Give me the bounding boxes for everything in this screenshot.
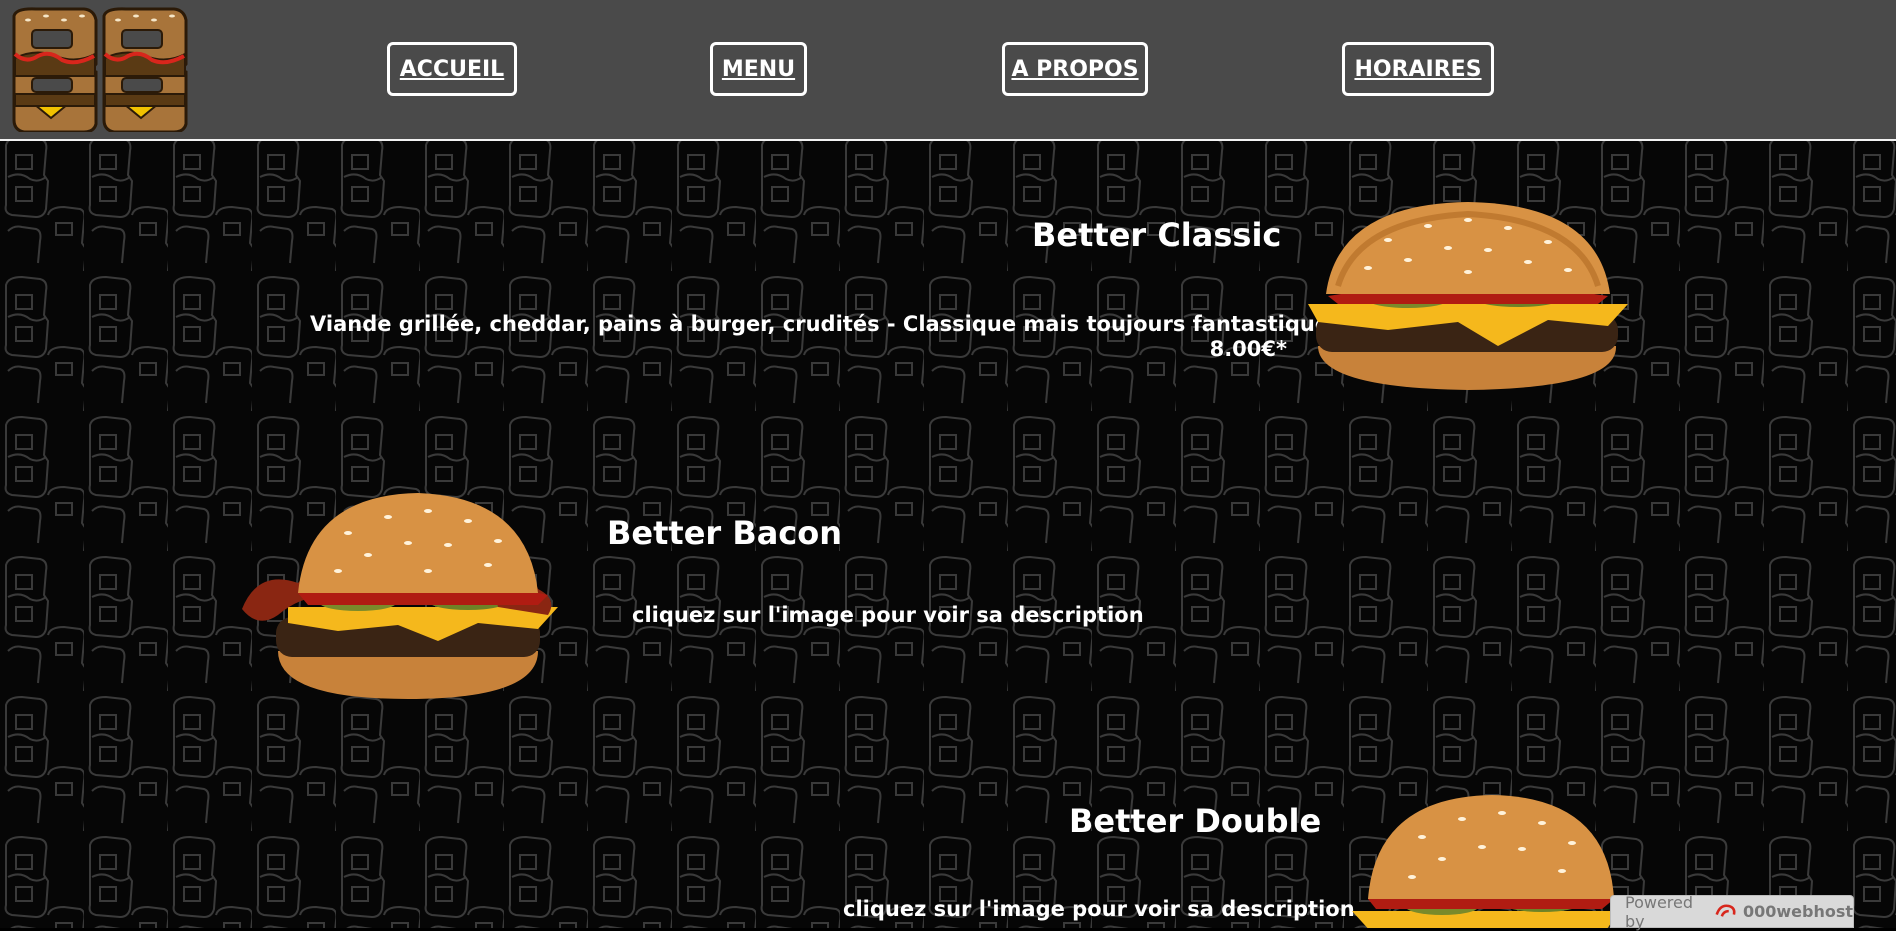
burger-logo-icon[interactable]: [6, 6, 188, 132]
hosting-badge[interactable]: Powered by 000webhost: [1610, 892, 1854, 931]
menu-item-title: Better Bacon: [607, 514, 843, 552]
menu-item-title: Better Classic: [1032, 216, 1282, 254]
menu-item-price: 8.00€*: [1209, 337, 1287, 361]
better-bacon-burger-image[interactable]: [238, 489, 570, 704]
menu-item-description-text: Viande grillée, cheddar, pains à burger,…: [310, 312, 1338, 336]
badge-brand: 000webhost: [1742, 902, 1853, 921]
menu-item-description: cliquez sur l'image pour voir sa descrip…: [843, 897, 1355, 921]
menu-item-description: cliquez sur l'image pour voir sa descrip…: [632, 603, 1144, 627]
better-double-burger-image[interactable]: [1352, 793, 1622, 928]
menu-item-title: Better Double: [1069, 802, 1322, 840]
menu-item-description: Viande grillée, cheddar, pains à burger,…: [310, 312, 1338, 362]
site-header: ACCUEIL MENU A PROPOS HORAIRES: [0, 0, 1896, 141]
badge-prefix: Powered by: [1625, 892, 1694, 931]
nav-menu-button[interactable]: MENU: [710, 42, 807, 96]
menu-section: Better Classic Viande grillée, cheddar, …: [0, 141, 1896, 928]
better-classic-burger-image[interactable]: [1298, 196, 1638, 396]
webhost-logo-icon: [1715, 903, 1736, 917]
nav-a-propos-button[interactable]: A PROPOS: [1002, 42, 1148, 96]
nav-horaires-button[interactable]: HORAIRES: [1342, 42, 1494, 96]
nav-accueil-button[interactable]: ACCUEIL: [387, 42, 517, 96]
